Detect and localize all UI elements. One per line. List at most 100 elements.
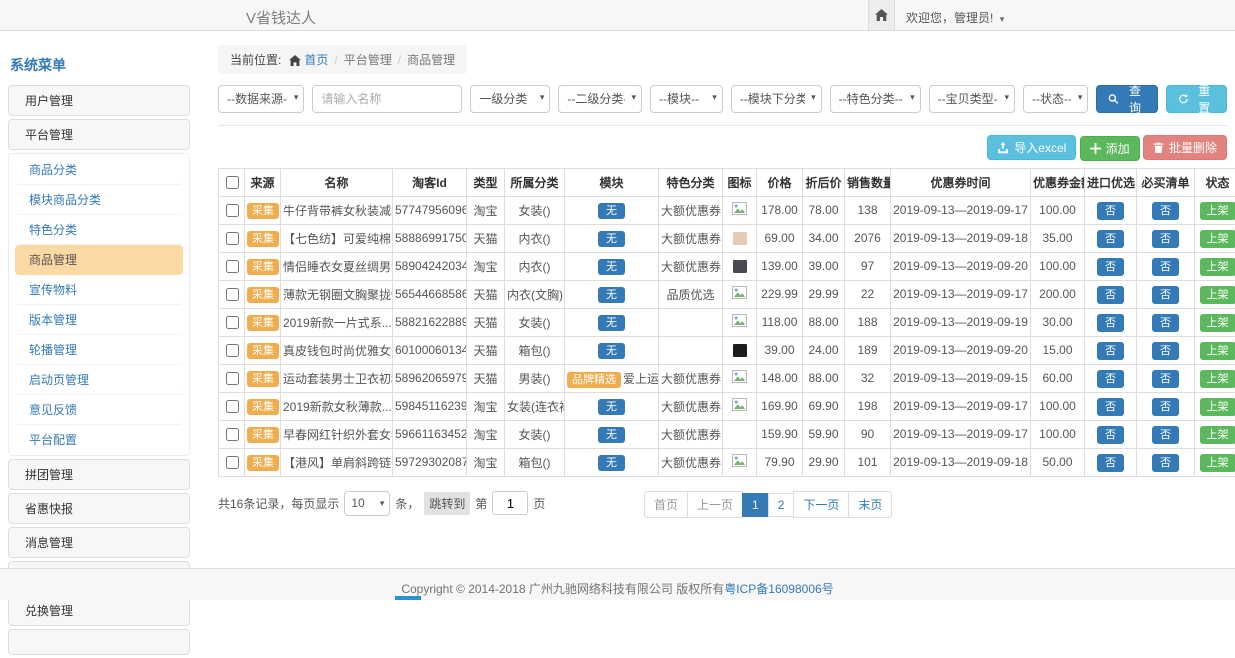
discount-price-cell: 29.90 (803, 448, 845, 476)
filter-select-0[interactable]: --数据来源-- (218, 85, 304, 113)
sidebar-item[interactable]: 商品分类 (15, 155, 183, 185)
per-page-select[interactable]: 10 (344, 491, 390, 516)
sidebar-section[interactable]: 拼团管理 (8, 459, 190, 490)
sales-cell: 22 (845, 280, 891, 308)
user-menu[interactable]: 欢迎您，管理员! ▾ (906, 9, 1004, 26)
taoke-id-cell: 565446685867 (393, 280, 467, 308)
filter-select-5[interactable]: --特色分类-- (830, 85, 921, 113)
status-button[interactable]: 上架 (1200, 454, 1235, 472)
sidebar-section[interactable]: 省惠快报 (8, 493, 190, 524)
import-toggle-button[interactable]: 否 (1097, 258, 1124, 276)
mustbuy-toggle-button[interactable]: 否 (1152, 342, 1179, 360)
breadcrumb-home-link[interactable]: 首页 (304, 53, 328, 67)
sidebar-section[interactable] (8, 629, 190, 655)
row-checkbox[interactable] (226, 344, 239, 357)
import-excel-button[interactable]: 导入excel (987, 135, 1076, 160)
sidebar-section[interactable]: 用户管理 (8, 85, 190, 116)
table-row: 采集2019新款女秋薄款...598451162391淘宝女装(连衣裙)无大额优… (219, 392, 1235, 420)
row-checkbox[interactable] (226, 372, 239, 385)
status-button[interactable]: 上架 (1200, 258, 1235, 276)
status-button[interactable]: 上架 (1200, 370, 1235, 388)
page-next[interactable]: 下一页 (793, 491, 849, 518)
import-toggle-button[interactable]: 否 (1097, 370, 1124, 388)
filter-select-1[interactable]: 一级分类 (470, 85, 550, 113)
refresh-icon (1178, 93, 1189, 105)
import-toggle-button[interactable]: 否 (1097, 286, 1124, 304)
import-toggle-button[interactable]: 否 (1097, 454, 1124, 472)
page-last[interactable]: 末页 (848, 491, 892, 518)
reset-button[interactable]: 重置 (1166, 85, 1227, 113)
source-badge: 采集 (247, 231, 279, 247)
mustbuy-toggle-button[interactable]: 否 (1152, 454, 1179, 472)
select-all-checkbox[interactable] (226, 176, 239, 189)
source-badge: 采集 (247, 371, 279, 387)
category-cell: 箱包() (505, 448, 565, 476)
jump-button[interactable]: 跳转到 (424, 492, 470, 515)
row-checkbox[interactable] (226, 456, 239, 469)
row-checkbox[interactable] (226, 400, 239, 413)
mustbuy-toggle-button[interactable]: 否 (1152, 398, 1179, 416)
page-first[interactable]: 首页 (644, 491, 688, 518)
filter-select-2[interactable]: --二级分类-- (558, 85, 642, 113)
mustbuy-toggle-button[interactable]: 否 (1152, 286, 1179, 304)
filter-select-7[interactable]: --状态-- (1023, 85, 1088, 113)
status-button[interactable]: 上架 (1200, 426, 1235, 444)
table-row: 采集运动套装男士卫衣初秋...589620659791天猫男装()品牌精选爱上运… (219, 364, 1235, 392)
status-button[interactable]: 上架 (1200, 398, 1235, 416)
module-badge: 无 (598, 399, 625, 415)
import-toggle-button[interactable]: 否 (1097, 202, 1124, 220)
import-toggle-button[interactable]: 否 (1097, 230, 1124, 248)
batch-delete-button[interactable]: 批量删除 (1143, 135, 1227, 160)
row-checkbox[interactable] (226, 288, 239, 301)
page-number-input[interactable] (492, 491, 528, 515)
status-button[interactable]: 上架 (1200, 314, 1235, 332)
filter-select-3[interactable]: --模块-- (650, 85, 723, 113)
row-checkbox[interactable] (226, 204, 239, 217)
mustbuy-toggle-button[interactable]: 否 (1152, 370, 1179, 388)
horizontal-scrollbar-thumb[interactable] (395, 596, 421, 600)
sidebar-section[interactable]: 消息管理 (8, 527, 190, 558)
page-1[interactable]: 1 (742, 493, 769, 517)
mustbuy-toggle-button[interactable]: 否 (1152, 202, 1179, 220)
status-button[interactable]: 上架 (1200, 202, 1235, 220)
sidebar-item[interactable]: 意见反馈 (15, 395, 183, 425)
coupon-amount-cell: 60.00 (1031, 364, 1085, 392)
coupon-amount-cell: 50.00 (1031, 448, 1085, 476)
mustbuy-toggle-button[interactable]: 否 (1152, 314, 1179, 332)
import-toggle-button[interactable]: 否 (1097, 426, 1124, 444)
row-checkbox[interactable] (226, 428, 239, 441)
page-2[interactable]: 2 (768, 493, 795, 517)
add-button[interactable]: 添加 (1080, 136, 1140, 161)
sidebar-item[interactable]: 版本管理 (15, 305, 183, 335)
row-checkbox[interactable] (226, 316, 239, 329)
mustbuy-toggle-button[interactable]: 否 (1152, 258, 1179, 276)
sidebar-item[interactable]: 平台配置 (15, 425, 183, 454)
taoke-id-cell: 588869917501 (393, 224, 467, 252)
icp-link[interactable]: 粤ICP备16098006号 (724, 582, 833, 596)
search-button[interactable]: 查询 (1096, 85, 1157, 113)
filter-select-4[interactable]: --模块下分类-- (731, 85, 822, 113)
status-button[interactable]: 上架 (1200, 286, 1235, 304)
status-button[interactable]: 上架 (1200, 342, 1235, 360)
sidebar-item[interactable]: 轮播管理 (15, 335, 183, 365)
mustbuy-cell: 否 (1137, 196, 1195, 224)
import-toggle-button[interactable]: 否 (1097, 314, 1124, 332)
import-toggle-button[interactable]: 否 (1097, 398, 1124, 416)
sidebar-section[interactable]: 平台管理 (8, 119, 190, 150)
status-button[interactable]: 上架 (1200, 230, 1235, 248)
sidebar-item[interactable]: 特色分类 (15, 215, 183, 245)
filter-select-6[interactable]: --宝贝类型-- (929, 85, 1015, 113)
mustbuy-toggle-button[interactable]: 否 (1152, 230, 1179, 248)
sidebar-item[interactable]: 模块商品分类 (15, 185, 183, 215)
page-prev[interactable]: 上一页 (687, 491, 743, 518)
sidebar-item[interactable]: 启动页管理 (15, 365, 183, 395)
row-checkbox[interactable] (226, 232, 239, 245)
products-table: 来源名称淘客Id类型所属分类模块特色分类图标价格折后价销售数量优惠券时间优惠券金… (218, 168, 1235, 477)
sidebar-item[interactable]: 商品管理 (15, 245, 183, 275)
sidebar-item[interactable]: 宣传物料 (15, 275, 183, 305)
name-search-input[interactable] (312, 85, 462, 113)
home-button[interactable] (868, 0, 895, 30)
import-toggle-button[interactable]: 否 (1097, 342, 1124, 360)
row-checkbox[interactable] (226, 260, 239, 273)
mustbuy-toggle-button[interactable]: 否 (1152, 426, 1179, 444)
